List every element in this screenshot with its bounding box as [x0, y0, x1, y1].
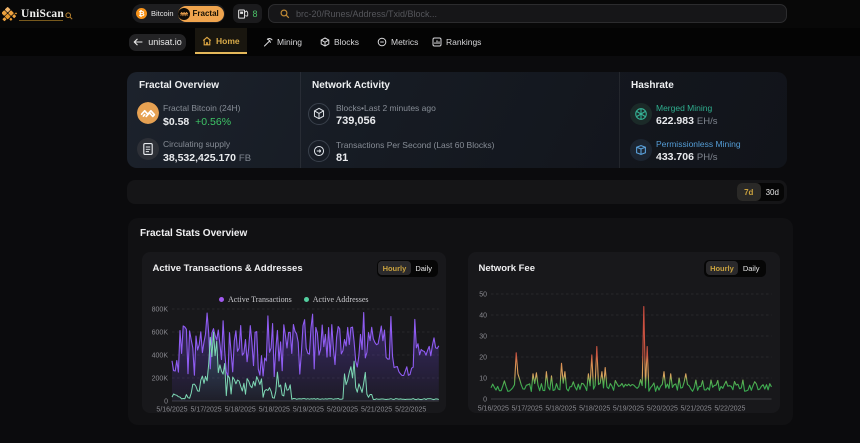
svg-text:5/21/2025: 5/21/2025 [361, 406, 392, 413]
svg-text:5/19/2025: 5/19/2025 [292, 406, 323, 413]
svg-text:5/22/2025: 5/22/2025 [395, 406, 426, 413]
svg-text:5/18/2025: 5/18/2025 [579, 405, 610, 412]
svg-text:5/16/2025: 5/16/2025 [156, 406, 187, 413]
svg-text:40: 40 [479, 312, 487, 319]
svg-text:5/19/2025: 5/19/2025 [612, 405, 643, 412]
svg-text:10: 10 [479, 375, 487, 382]
svg-text:30: 30 [479, 333, 487, 340]
svg-text:5/18/2025: 5/18/2025 [224, 406, 255, 413]
svg-text:5/17/2025: 5/17/2025 [511, 405, 542, 412]
svg-text:5/18/2025: 5/18/2025 [258, 406, 289, 413]
svg-text:20: 20 [479, 354, 487, 361]
svg-text:0: 0 [164, 398, 168, 405]
svg-text:₿: ₿ [138, 9, 144, 18]
svg-text:5/17/2025: 5/17/2025 [190, 406, 221, 413]
svg-text:50: 50 [479, 291, 487, 298]
svg-text:0: 0 [483, 396, 487, 403]
svg-text:5/16/2025: 5/16/2025 [477, 405, 508, 412]
svg-text:400K: 400K [151, 352, 168, 359]
svg-text:5/22/2025: 5/22/2025 [714, 405, 745, 412]
svg-text:600K: 600K [151, 329, 168, 336]
svg-text:5/20/2025: 5/20/2025 [326, 406, 357, 413]
svg-text:800K: 800K [151, 306, 168, 313]
svg-text:5/20/2025: 5/20/2025 [646, 405, 677, 412]
svg-text:5/21/2025: 5/21/2025 [680, 405, 711, 412]
svg-text:5/18/2025: 5/18/2025 [545, 405, 576, 412]
svg-text:200K: 200K [151, 375, 168, 382]
